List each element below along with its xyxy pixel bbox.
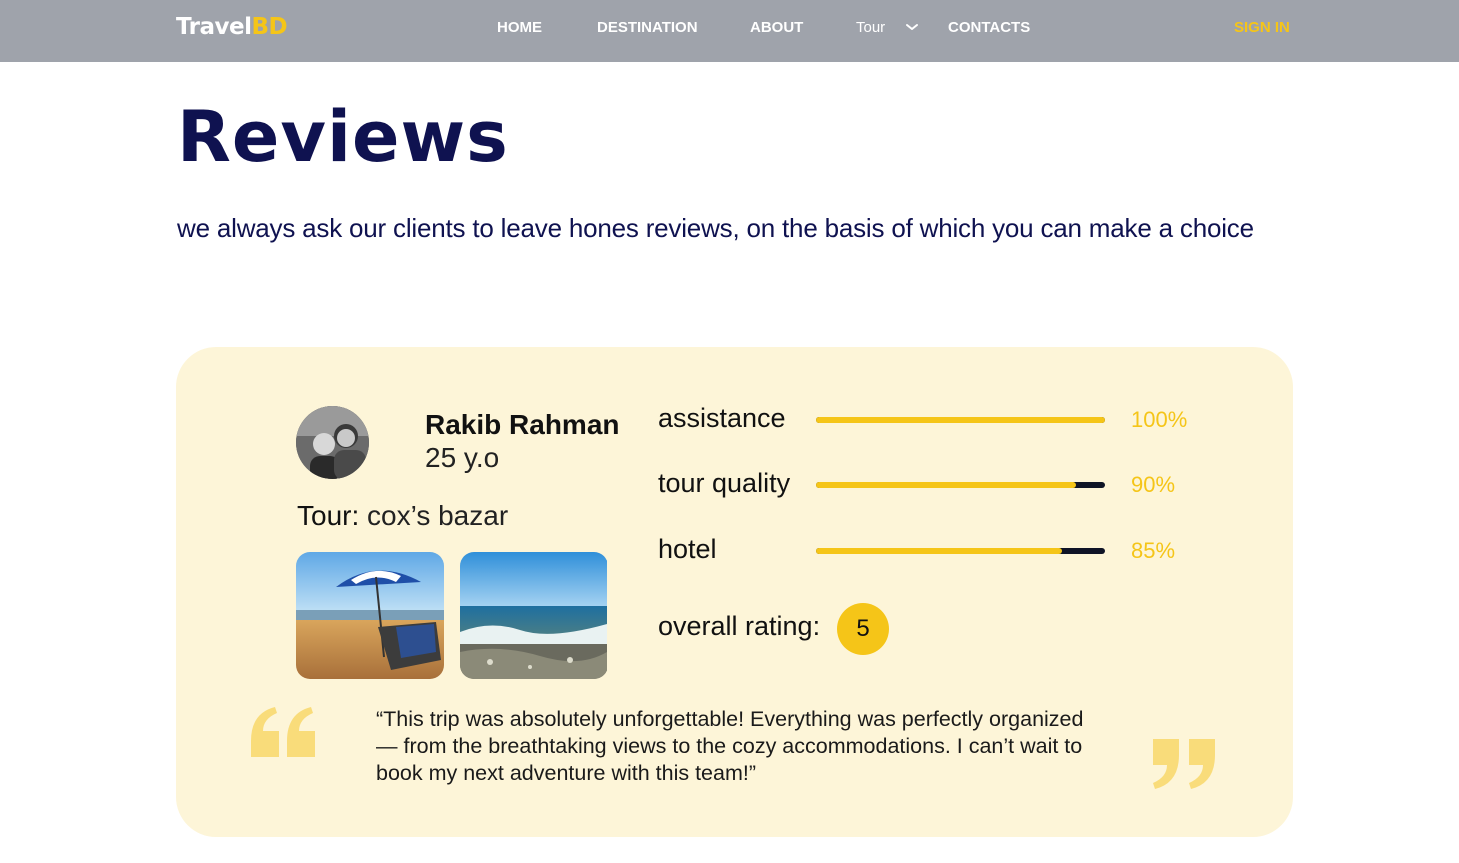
rating-bar-tour-quality xyxy=(816,482,1105,488)
open-quote-icon xyxy=(251,707,315,757)
tour-value: cox’s bazar xyxy=(367,500,509,531)
tour-label: Tour: xyxy=(297,500,360,531)
review-photo-beach-umbrella[interactable] xyxy=(296,552,444,679)
sign-in-link[interactable]: SIGN IN xyxy=(1234,19,1290,36)
reviewer-age: 25 y.o xyxy=(425,442,500,473)
nav-link-about[interactable]: ABOUT xyxy=(750,19,803,36)
nav-link-contacts[interactable]: CONTACTS xyxy=(948,19,1030,36)
close-quote-icon xyxy=(1153,739,1215,789)
rating-bar-fill xyxy=(816,548,1062,554)
rating-percent-assistance: 100% xyxy=(1131,407,1188,432)
overall-rating-badge: 5 xyxy=(837,603,889,655)
nav-link-home[interactable]: HOME xyxy=(497,19,542,36)
chevron-down-icon[interactable] xyxy=(905,22,919,32)
page-subtitle: we always ask our clients to leave hones… xyxy=(177,213,1254,243)
logo-main: Travel xyxy=(176,14,252,40)
rating-bar-hotel xyxy=(816,548,1105,554)
avatar-photo-icon xyxy=(296,406,369,479)
rating-bar-assistance xyxy=(816,417,1105,423)
rating-percent-hotel: 85% xyxy=(1131,538,1176,563)
nav-link-tour[interactable]: Tour xyxy=(856,19,885,36)
avatar xyxy=(296,406,369,479)
rating-bar-fill xyxy=(816,482,1077,488)
rating-label-tour-quality: tour quality xyxy=(658,468,791,498)
nav-link-destination[interactable]: DESTINATION xyxy=(597,19,698,36)
overall-rating-label: overall rating: xyxy=(658,611,821,641)
sea-waves-photo-icon xyxy=(460,552,607,679)
rating-label-hotel: hotel xyxy=(658,534,717,564)
logo[interactable]: TravelBD xyxy=(176,14,288,40)
tour-line: Tour: cox’s bazar xyxy=(297,500,508,532)
beach-umbrella-photo-icon xyxy=(296,552,444,679)
page-title: Reviews xyxy=(177,96,509,178)
logo-accent: BD xyxy=(251,14,288,40)
reviewer-name: Rakib Rahman xyxy=(425,409,620,440)
rating-bar-fill xyxy=(816,417,1105,423)
review-photo-sea-waves[interactable] xyxy=(460,552,608,679)
review-quote: “This trip was absolutely unforgettable!… xyxy=(376,707,1084,785)
navbar: TravelBD HOME DESTINATION ABOUT Tour CON… xyxy=(0,0,1459,62)
rating-label-assistance: assistance xyxy=(658,403,786,433)
rating-percent-tour-quality: 90% xyxy=(1131,472,1176,497)
